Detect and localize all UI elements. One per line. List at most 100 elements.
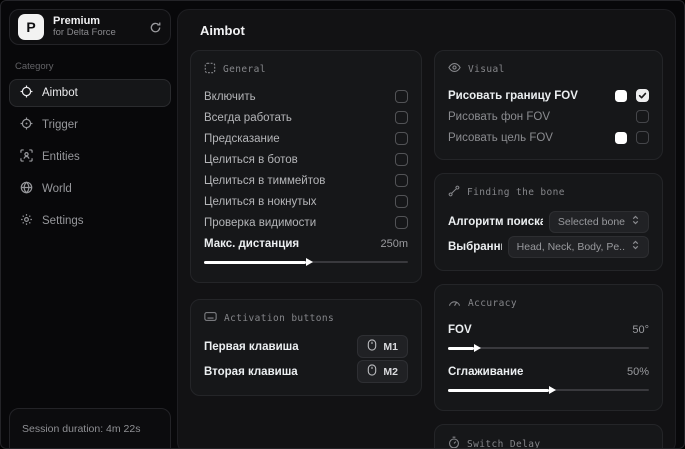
checkbox[interactable]	[395, 174, 408, 187]
sidebar-item-entities[interactable]: Entities	[9, 143, 171, 171]
section-title: Finding the bone	[467, 187, 565, 198]
fov-slider[interactable]	[448, 343, 649, 353]
setting-row: Целиться в ботов	[204, 149, 408, 170]
setting-row: Целиться в нокнутых	[204, 191, 408, 212]
gear-icon	[20, 213, 33, 229]
scan-icon	[204, 62, 216, 77]
category-label: Category	[15, 61, 54, 72]
visual-header: Visual	[448, 62, 649, 76]
setting-row: Предсказание	[204, 128, 408, 149]
visual-card: Visual Рисовать границу FOV Рисовать фон…	[434, 50, 663, 160]
right-column: Visual Рисовать границу FOV Рисовать фон…	[434, 50, 663, 448]
mouse-icon	[367, 339, 377, 354]
page-title: Aimbot	[200, 23, 245, 38]
checkbox[interactable]	[395, 111, 408, 124]
visual-row: Рисовать границу FOV	[448, 85, 649, 106]
chevron-up-down-icon	[631, 240, 640, 253]
sidebar-item-label: Trigger	[42, 119, 78, 131]
sidebar-item-settings[interactable]: Settings	[9, 207, 171, 235]
slider-fill[interactable]	[448, 346, 475, 350]
bone-label: Алгоритм поиска кост	[448, 215, 543, 228]
session-duration: Session duration: 4m 22s	[22, 423, 141, 435]
switch-delay-header: Switch Delay	[448, 436, 649, 448]
smoothing-row: Сглаживание 50%	[448, 361, 649, 382]
smoothing-label: Сглаживание	[448, 365, 524, 378]
gauge-icon	[448, 296, 461, 310]
crosshair-icon	[20, 85, 33, 101]
visual-label: Рисовать фон FOV	[448, 110, 550, 123]
content-columns: General Включить Всегда работать Предска…	[178, 44, 675, 448]
section-title: Visual	[468, 63, 505, 75]
checkbox[interactable]	[636, 89, 649, 102]
app-window: P Premium for Delta Force Category Aimbo…	[0, 0, 685, 449]
mouse-icon	[367, 364, 377, 379]
setting-label: Целиться в нокнутых	[204, 195, 317, 208]
entities-icon	[20, 149, 33, 165]
select-value: Head, Neck, Body, Pe..	[516, 240, 625, 253]
bone-row: Алгоритм поиска кост Selected bone	[448, 209, 649, 234]
setting-label: Включить	[204, 90, 256, 103]
checkbox[interactable]	[395, 153, 408, 166]
fov-value: 50°	[632, 323, 649, 336]
sidebar-item-label: Settings	[42, 215, 84, 227]
visual-controls	[615, 89, 649, 102]
accuracy-header: Accuracy	[448, 296, 649, 310]
max-distance-row: Макс. дистанция 250m	[204, 233, 408, 254]
color-swatch[interactable]	[615, 131, 627, 144]
max-distance-label: Макс. дистанция	[204, 237, 300, 250]
keybind-label: Первая клавиша	[204, 340, 299, 353]
keybind-button-m2[interactable]: M2	[357, 360, 408, 383]
checkbox[interactable]	[636, 110, 649, 123]
selected-bones-select[interactable]: Head, Neck, Body, Pe..	[507, 235, 649, 258]
checkbox[interactable]	[395, 216, 408, 229]
brand-logo: P	[18, 14, 44, 40]
visual-row: Рисовать цель FOV	[448, 127, 649, 148]
session-card: Session duration: 4m 22s	[9, 408, 171, 448]
bone-row: Выбранные кос Head, Neck, Body, Pe..	[448, 234, 649, 259]
setting-label: Целиться в ботов	[204, 153, 298, 166]
visual-label: Рисовать границу FOV	[448, 89, 578, 102]
keybind-row: Первая клавиша M1	[204, 334, 408, 359]
checkbox[interactable]	[395, 195, 408, 208]
visual-controls	[615, 131, 649, 144]
keybind-row: Вторая клавиша M2	[204, 359, 408, 384]
slider-fill[interactable]	[448, 388, 549, 392]
visual-row: Рисовать фон FOV	[448, 106, 649, 127]
max-distance-slider[interactable]	[204, 257, 408, 267]
slider-fill[interactable]	[204, 260, 306, 264]
bone-header: Finding the bone	[448, 185, 649, 200]
setting-label: Целиться в тиммейтов	[204, 174, 326, 187]
checkbox[interactable]	[395, 90, 408, 103]
bone-label: Выбранные кос	[448, 240, 502, 253]
sidebar-item-label: Aimbot	[42, 87, 78, 99]
sidebar-item-label: World	[42, 183, 72, 195]
switch-delay-card: Switch Delay Задержка переключения Задер…	[434, 424, 663, 448]
checkbox[interactable]	[395, 132, 408, 145]
stopwatch-icon	[448, 436, 460, 448]
fov-label: FOV	[448, 323, 472, 336]
activation-card: Activation buttons Первая клавиша M1 Вто…	[190, 299, 422, 396]
sidebar-item-aimbot[interactable]: Aimbot	[9, 79, 171, 107]
globe-icon	[20, 181, 33, 197]
brand-subtitle: for Delta Force	[53, 26, 116, 38]
bone-algorithm-select[interactable]: Selected bone	[548, 210, 649, 233]
accuracy-card: Accuracy FOV 50° Сглаживание 50%	[434, 284, 663, 411]
sidebar-item-trigger[interactable]: Trigger	[9, 111, 171, 139]
refresh-icon[interactable]	[149, 21, 162, 34]
checkbox[interactable]	[636, 131, 649, 144]
visual-label: Рисовать цель FOV	[448, 131, 553, 144]
smoothing-slider[interactable]	[448, 385, 649, 395]
select-value: Selected bone	[557, 215, 625, 228]
section-title: General	[223, 64, 266, 75]
sidebar-item-world[interactable]: World	[9, 175, 171, 203]
setting-row: Всегда работать	[204, 107, 408, 128]
color-swatch[interactable]	[615, 89, 627, 102]
trigger-icon	[20, 117, 33, 133]
eye-icon	[448, 62, 461, 76]
bone-icon	[448, 185, 460, 200]
keybind-value: M1	[383, 340, 398, 353]
keybind-button-m1[interactable]: M1	[357, 335, 408, 358]
section-title: Accuracy	[468, 297, 517, 309]
max-distance-value: 250m	[380, 237, 408, 250]
general-header: General	[204, 62, 408, 77]
